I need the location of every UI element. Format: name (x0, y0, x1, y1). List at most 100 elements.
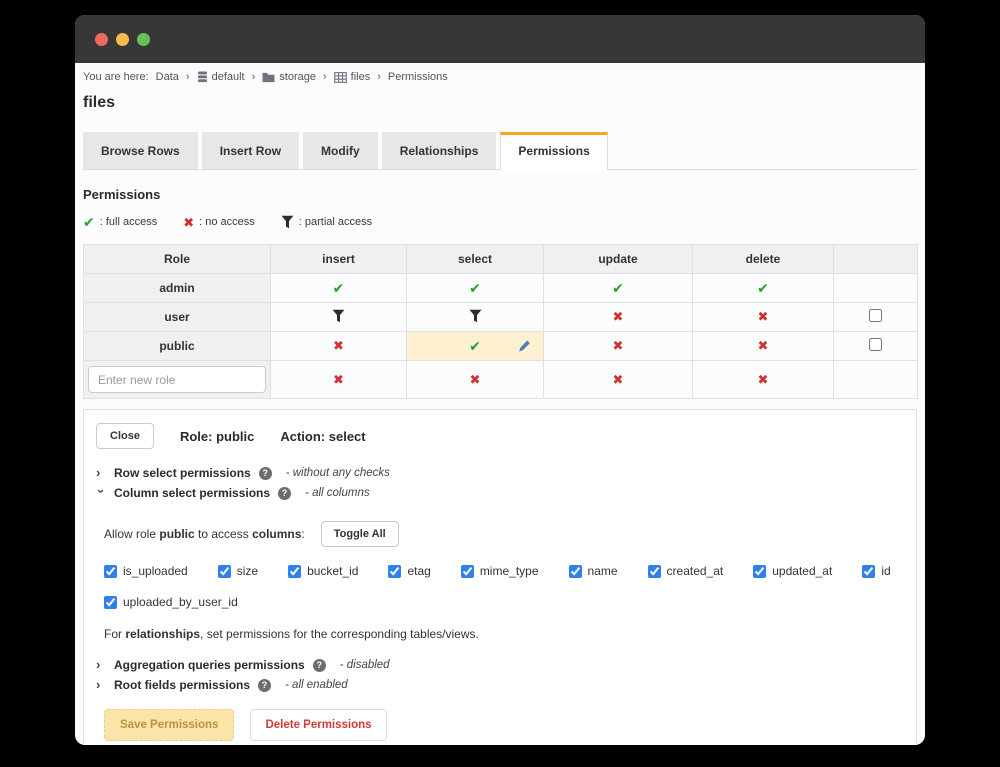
breadcrumb-item-data[interactable]: Data (156, 71, 179, 83)
new-role-cell (83, 360, 271, 399)
section-status: - disabled (339, 659, 390, 671)
editor-role-label: Role: public (179, 428, 255, 444)
breadcrumb-item-permissions[interactable]: Permissions (388, 71, 448, 83)
bulk-select-cell (833, 360, 918, 399)
column-checkbox-item-bucket_id[interactable]: bucket_id (288, 564, 358, 578)
perm-table-header-Role: Role (83, 244, 271, 274)
column-checkbox-uploaded_by_user_id[interactable] (104, 595, 117, 609)
bulk-select-checkbox-user[interactable] (869, 309, 882, 322)
help-question-icon[interactable]: ? (258, 678, 272, 692)
chevron-right-icon: › (96, 657, 101, 672)
editor-buttons-row: Save Permissions Delete Permissions (104, 709, 904, 741)
breadcrumb-separator: › (251, 71, 256, 83)
perm-table-row: user ✖ ✖ (83, 302, 918, 332)
toggle-all-button[interactable]: Toggle All (320, 521, 399, 547)
legend-label: : partial access (298, 216, 373, 228)
edit-pencil-icon[interactable] (518, 340, 531, 353)
column-checkbox-updated_at[interactable] (753, 564, 767, 578)
column-checkbox-item-mime_type[interactable]: mime_type (460, 564, 539, 578)
perm-cell-new-role-insert[interactable]: ✖ (270, 360, 407, 399)
tab-permissions[interactable]: Permissions (500, 132, 608, 170)
section-title: Column select permissions (114, 486, 271, 500)
tab-insert-row[interactable]: Insert Row (201, 132, 300, 169)
no-access-cross-icon: ✖ (757, 371, 769, 387)
column-checkbox-created_at[interactable] (647, 564, 661, 578)
save-permissions-button[interactable]: Save Permissions (104, 709, 235, 741)
column-checkbox-bucket_id[interactable] (288, 564, 302, 578)
column-checkbox-item-uploaded_by_user_id[interactable]: uploaded_by_user_id (104, 595, 238, 609)
section-aggregation-queries-permissions[interactable]: › Aggregation queries permissions? - disab… (96, 657, 904, 673)
legend-label: : full access (99, 216, 158, 228)
section-column-select-permissions[interactable]: › Column select permissions? - all columns (94, 485, 904, 501)
column-checkbox-size[interactable] (217, 564, 231, 578)
breadcrumb-item-default[interactable]: default (197, 71, 245, 83)
perm-cell-admin-select[interactable]: ✔ (406, 273, 544, 303)
permissions-table-wrap: Role insert select update delete admin ✔ ✔ ✔ ✔ us… (83, 244, 918, 399)
perm-cell-public-update[interactable]: ✖ (543, 331, 693, 361)
breadcrumb-separator: › (322, 71, 327, 83)
perm-cell-user-update[interactable]: ✖ (543, 302, 693, 332)
breadcrumb-prefix: You are here: (83, 71, 149, 83)
perm-cell-public-insert[interactable]: ✖ (270, 331, 407, 361)
tab-relationships[interactable]: Relationships (381, 132, 497, 169)
column-checkbox-item-created_at[interactable]: created_at (647, 564, 723, 578)
section-title: Row select permissions (114, 466, 251, 480)
perm-cell-new-role-select[interactable]: ✖ (406, 360, 544, 399)
help-question-icon[interactable]: ? (258, 466, 272, 480)
perm-cell-user-select[interactable] (406, 302, 544, 332)
database-icon (197, 71, 207, 83)
perm-cell-new-role-update[interactable]: ✖ (543, 360, 693, 399)
column-checkbox-is_uploaded[interactable] (104, 564, 117, 578)
perm-cell-admin-update[interactable]: ✔ (543, 273, 693, 303)
bulk-select-cell (833, 331, 918, 361)
allow-columns-text: Allow role public to access columns: (104, 527, 305, 541)
section-status: - all columns (305, 487, 370, 499)
column-checkbox-row-1: is_uploaded size bucket_id etag mime_type nam… (104, 564, 904, 578)
column-checkbox-item-updated_at[interactable]: updated_at (753, 564, 832, 578)
legend-item: ✔: full access (83, 215, 157, 229)
breadcrumb-item-storage[interactable]: storage (262, 71, 316, 83)
column-checkbox-mime_type[interactable] (460, 564, 474, 578)
column-checkbox-item-id[interactable]: id (862, 564, 891, 578)
close-button[interactable]: Close (96, 423, 154, 449)
maximize-window-icon[interactable] (137, 32, 150, 46)
no-access-cross-icon: ✖ (757, 338, 769, 353)
relationships-note: For relationships, set permissions for t… (104, 627, 479, 641)
breadcrumb-item-files[interactable]: files (333, 71, 371, 83)
breadcrumb-item-label: files (350, 71, 371, 83)
column-checkbox-item-is_uploaded[interactable]: is_uploaded (104, 564, 188, 578)
perm-cell-public-delete[interactable]: ✖ (692, 331, 834, 361)
perm-cell-user-insert[interactable] (270, 302, 407, 332)
column-checkbox-name[interactable] (568, 564, 582, 578)
section-root-fields-permissions[interactable]: › Root fields permissions? - all enabled (96, 677, 904, 693)
column-checkbox-item-etag[interactable]: etag (388, 564, 431, 578)
column-checkbox-item-size[interactable]: size (217, 564, 259, 578)
help-question-icon[interactable]: ? (278, 486, 292, 500)
column-checkbox-item-name[interactable]: name (568, 564, 618, 578)
perm-table-row: ✖ ✖ ✖ ✖ (83, 360, 918, 399)
section-title: Root fields permissions (114, 678, 251, 692)
tab-browse-rows[interactable]: Browse Rows (83, 132, 198, 169)
column-checkbox-etag[interactable] (388, 564, 402, 578)
column-checkbox-label: bucket_id (307, 564, 359, 578)
section-row-select-permissions[interactable]: › Row select permissions? - without any ch… (96, 465, 904, 481)
perm-cell-user-delete[interactable]: ✖ (692, 302, 834, 332)
perm-cell-public-select[interactable]: ✔ (406, 331, 544, 361)
delete-permissions-button[interactable]: Delete Permissions (250, 709, 387, 741)
no-access-cross-icon: ✖ (612, 371, 624, 387)
window-titlebar (75, 15, 925, 63)
column-checkbox-label: size (236, 564, 259, 578)
perm-cell-admin-delete[interactable]: ✔ (692, 273, 834, 303)
column-checkbox-label: updated_at (772, 564, 833, 578)
minimize-window-icon[interactable] (116, 32, 129, 46)
perm-cell-new-role-delete[interactable]: ✖ (692, 360, 834, 399)
perm-cell-admin-insert[interactable]: ✔ (270, 273, 407, 303)
new-role-input[interactable] (88, 366, 266, 393)
tab-modify[interactable]: Modify (303, 132, 378, 169)
filter-icon (469, 309, 481, 322)
bulk-select-checkbox-public[interactable] (869, 338, 882, 351)
breadcrumb: You are here: Data › default › storage › files… (83, 71, 917, 83)
help-question-icon[interactable]: ? (312, 658, 326, 672)
column-checkbox-id[interactable] (862, 564, 876, 578)
close-window-icon[interactable] (95, 32, 108, 46)
